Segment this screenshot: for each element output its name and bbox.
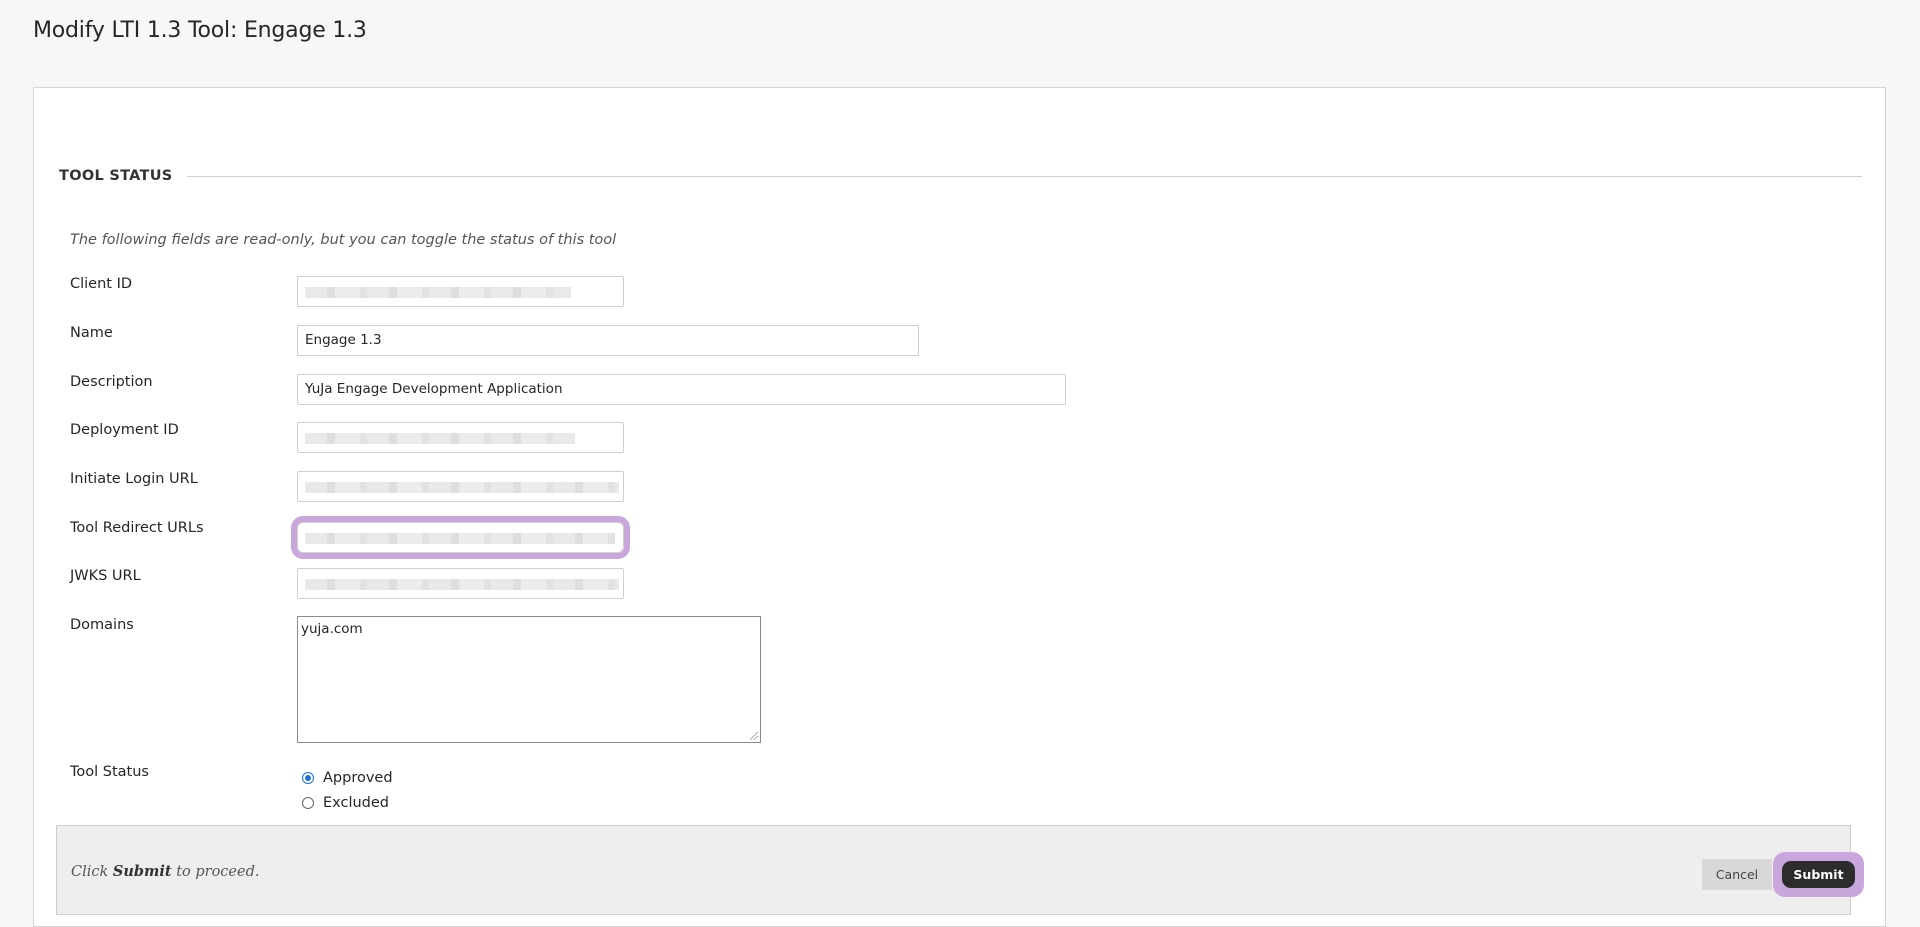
jwks-url-label: JWKS URL: [70, 568, 141, 584]
initiate-login-url-field: [297, 471, 624, 502]
client-id-label: Client ID: [70, 276, 133, 292]
name-label: Name: [70, 325, 113, 341]
redacted-value: [305, 287, 571, 298]
instructions-prefix: Click: [71, 864, 109, 880]
radio-checked-icon[interactable]: [302, 772, 314, 784]
resize-grip-icon[interactable]: [750, 732, 758, 740]
initiate-login-url-label: Initiate Login URL: [70, 471, 198, 487]
tool-status-label: Tool Status: [70, 764, 149, 780]
description-field: YuJa Engage Development Application: [297, 374, 1066, 405]
submit-bar: Click Submit to proceed. Cancel Submit: [56, 825, 1864, 915]
jwks-url-field: [297, 568, 624, 599]
name-field: Engage 1.3: [297, 325, 919, 356]
radio-excluded-label: Excluded: [323, 795, 390, 811]
instructions-suffix: to proceed.: [176, 864, 260, 880]
page-title: Modify LTI 1.3 Tool: Engage 1.3: [33, 18, 367, 43]
section-divider: [186, 175, 1862, 177]
submit-button[interactable]: Submit: [1782, 861, 1855, 888]
submit-instructions: Click Submit to proceed.: [71, 863, 260, 880]
deployment-id-field: [297, 422, 624, 453]
radio-excluded[interactable]: Excluded: [302, 795, 389, 811]
radio-approved[interactable]: Approved: [302, 770, 393, 786]
domains-textarea[interactable]: yuja.com: [297, 616, 761, 743]
tool-form-panel: TOOL STATUS The following fields are rea…: [33, 87, 1886, 927]
section-header: TOOL STATUS: [59, 168, 1862, 184]
client-id-field: [297, 276, 624, 307]
cancel-button[interactable]: Cancel: [1702, 859, 1772, 890]
description-label: Description: [70, 374, 153, 390]
radio-unchecked-icon[interactable]: [302, 797, 314, 809]
section-title: TOOL STATUS: [59, 168, 173, 184]
radio-approved-label: Approved: [323, 770, 393, 786]
tool-redirect-urls-field[interactable]: [291, 516, 630, 559]
instructions-emphasis: Submit: [112, 863, 172, 880]
redacted-value: [305, 579, 619, 590]
domains-value: yuja.com: [301, 621, 363, 637]
deployment-id-label: Deployment ID: [70, 422, 179, 438]
redacted-value: [305, 482, 619, 493]
redacted-value: [305, 533, 615, 544]
redacted-value: [305, 433, 575, 444]
submit-highlight: Submit: [1773, 852, 1864, 897]
domains-label: Domains: [70, 617, 134, 633]
read-only-notice: The following fields are read-only, but …: [70, 232, 617, 248]
tool-redirect-urls-label: Tool Redirect URLs: [70, 520, 204, 536]
